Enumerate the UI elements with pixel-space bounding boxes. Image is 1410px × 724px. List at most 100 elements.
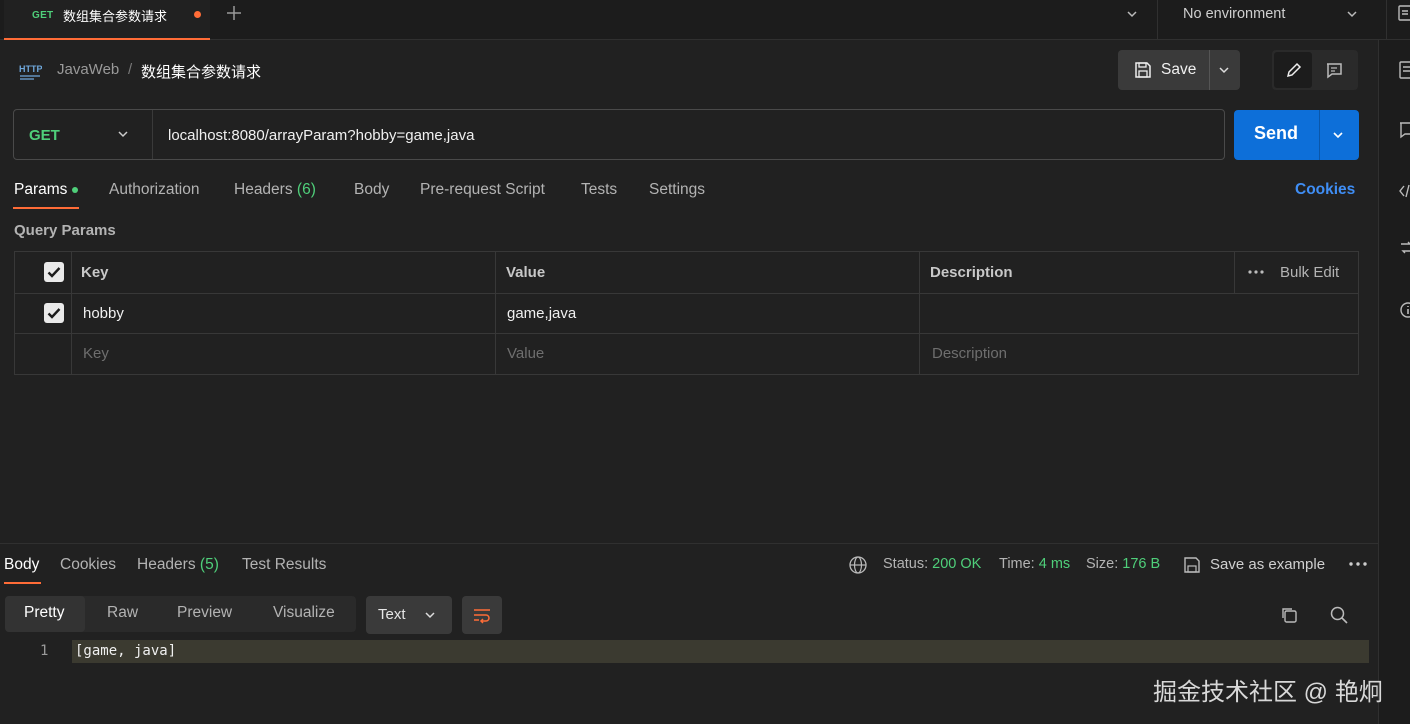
format-pretty[interactable]: Pretty [24,604,64,622]
divider [1234,252,1235,293]
comment-icon[interactable] [1324,60,1344,80]
send-options-chevron-icon[interactable] [1330,127,1346,143]
edit-button[interactable] [1274,52,1312,88]
status-label: Status: [883,556,929,572]
svg-text:HTTP: HTTP [19,64,42,74]
tab-body[interactable]: Body [354,181,389,199]
breadcrumb-collection[interactable]: JavaWeb [57,61,119,78]
request-title[interactable]: 数组集合参数请求 [141,61,261,82]
response-tab-cookies[interactable]: Cookies [60,556,116,574]
size-label: Size: [1086,556,1119,572]
param-value-cell[interactable]: game,java [507,305,576,322]
environment-select[interactable]: No environment [1183,6,1285,22]
divider [919,252,920,374]
save-options-chevron-icon[interactable] [1216,62,1232,78]
new-value-input[interactable]: Value [507,345,544,362]
headers-count: (6) [296,181,316,198]
size-value: 176 B [1122,556,1161,572]
status-value: 200 OK [932,556,982,572]
tabs-dropdown-chevron-icon[interactable] [1124,6,1140,22]
new-tab-icon[interactable] [225,4,243,22]
divider [15,333,1358,334]
row-checkbox[interactable] [44,303,64,323]
tab-headers[interactable]: Headers (6) [234,181,316,199]
bulk-edit-link[interactable]: Bulk Edit [1280,264,1339,281]
documentation-icon[interactable] [1398,60,1410,80]
request-tab[interactable]: GET 数组集合参数请求 [4,0,210,40]
response-status[interactable]: Status: 200 OK [883,556,981,572]
save-example-icon [1182,555,1202,575]
tab-tests[interactable]: Tests [581,181,617,199]
tab-method: GET [32,10,54,21]
response-divider[interactable] [0,543,1378,544]
save-icon [1133,60,1153,80]
response-type-select[interactable]: Text [366,596,452,634]
response-tab-body[interactable]: Body [4,556,39,574]
unsaved-dot-icon [194,11,201,18]
url-input[interactable] [168,120,1208,150]
tab-prerequest-script[interactable]: Pre-request Script [420,181,545,199]
tab-params[interactable]: Params [14,181,67,199]
param-key-cell[interactable]: hobby [83,305,124,322]
tab-settings[interactable]: Settings [649,181,705,199]
response-headers-label: Headers [137,556,196,573]
search-icon[interactable] [1329,605,1349,625]
watermark: 掘金技术社区 @ 艳炯 [1153,679,1383,706]
tab-title: 数组集合参数请求 [63,9,168,24]
response-tab-headers[interactable]: Headers (5) [137,556,219,574]
code-icon[interactable] [1398,181,1410,201]
divider [1319,110,1320,160]
cookies-link[interactable]: Cookies [1295,181,1355,199]
save-as-example-button[interactable]: Save as example [1210,556,1325,573]
divider [1209,50,1210,90]
send-label: Send [1254,123,1299,143]
response-more-icon[interactable] [1347,557,1369,571]
divider [15,293,1358,294]
divider [71,252,72,374]
globe-icon[interactable] [848,555,868,575]
environment-quick-look-icon[interactable] [1397,4,1410,22]
divider [495,252,496,374]
params-active-dot [72,187,78,193]
format-raw[interactable]: Raw [107,604,138,622]
line-number: 1 [40,643,49,659]
response-body-line[interactable]: [game, java] [75,643,176,659]
method-select[interactable]: GET [29,127,60,144]
format-visualize[interactable]: Visualize [273,604,335,622]
method-chevron-icon[interactable] [115,126,131,142]
time-label: Time: [999,556,1035,572]
response-tab-test-results[interactable]: Test Results [242,556,326,574]
new-description-input[interactable]: Description [932,345,1007,362]
response-time[interactable]: Time: 4 ms [999,556,1070,572]
tab-bar: GET 数组集合参数请求 No environment [0,0,1410,40]
copy-icon[interactable] [1279,605,1299,625]
column-header-description: Description [930,264,1013,281]
active-tab-indicator [13,207,79,209]
right-sidebar [1378,40,1410,724]
tab-headers-label: Headers [234,181,293,198]
info-icon[interactable] [1398,300,1410,320]
save-button[interactable]: Save [1118,50,1240,90]
send-button[interactable]: Send [1234,110,1359,160]
divider [152,110,153,159]
divider [1386,0,1387,40]
tab-authorization[interactable]: Authorization [109,181,199,199]
new-key-input[interactable]: Key [83,345,109,362]
related-collections-icon[interactable] [1398,238,1410,258]
breadcrumb-separator: / [128,61,133,78]
query-params-table: Key Value Description Bulk Edit hobby ga… [14,251,1359,375]
response-size[interactable]: Size: 176 B [1086,556,1160,572]
more-options-icon[interactable] [1247,265,1265,279]
query-params-heading: Query Params [14,222,116,239]
time-value: 4 ms [1038,556,1071,572]
comments-icon[interactable] [1398,120,1410,140]
format-preview[interactable]: Preview [177,604,232,622]
column-header-value: Value [506,264,546,281]
save-label: Save [1161,61,1197,78]
column-header-key: Key [81,264,109,281]
http-icon: HTTP [18,60,42,82]
select-all-checkbox[interactable] [44,262,64,282]
code-line-highlight [72,640,1369,663]
environment-chevron-icon[interactable] [1344,6,1360,22]
wrap-lines-button[interactable] [462,596,502,634]
